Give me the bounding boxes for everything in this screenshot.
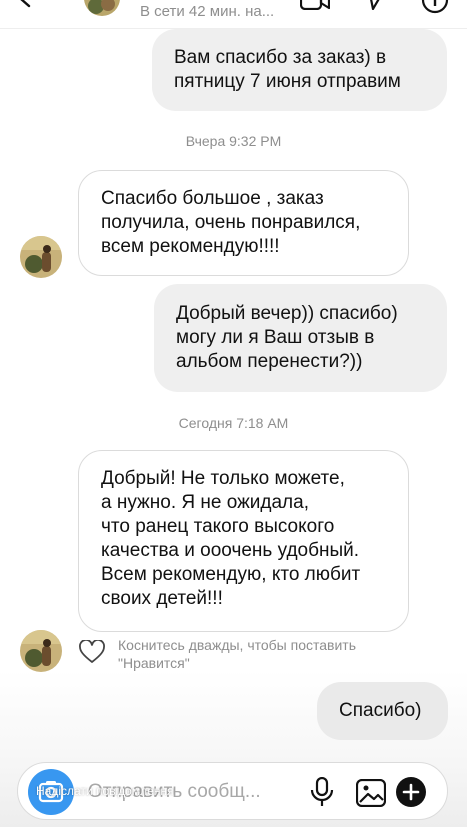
translation-overlay: Надіслати повідомлення (36, 784, 174, 798)
double-tap-hint: Коснитесь дважды, чтобы поставить "Нрави… (118, 637, 357, 671)
chat-header: В сети 42 мин. на... (0, 0, 467, 29)
contact-status: В сети 42 мин. на... (140, 3, 275, 20)
outgoing-message[interactable]: Вам спасибо за заказ) в пятницу 7 июня о… (152, 29, 447, 111)
outgoing-message[interactable]: Добрый вечер)) спасибо) могу ли я Ваш от… (154, 284, 447, 392)
back-icon[interactable] (16, 0, 34, 8)
gallery-icon[interactable] (356, 779, 386, 807)
contact-avatar[interactable] (20, 236, 62, 278)
timestamp: Вчера 9:32 PM (185, 133, 282, 149)
plus-icon (402, 783, 420, 801)
direct-send-icon[interactable] (360, 0, 386, 10)
outgoing-message[interactable]: Спасибо) (317, 682, 448, 740)
contact-avatar[interactable] (20, 630, 62, 672)
heart-icon[interactable] (79, 640, 105, 664)
microphone-icon[interactable] (308, 777, 336, 807)
contact-avatar[interactable] (84, 0, 120, 16)
incoming-message[interactable]: Спасибо большое , заказ получила, очень … (78, 170, 409, 276)
video-camera-icon[interactable] (300, 0, 330, 10)
incoming-message[interactable]: Добрый! Не только можете, а нужно. Я не … (78, 450, 409, 632)
more-button[interactable] (396, 777, 426, 807)
timestamp: Сегодня 7:18 AM (178, 415, 289, 431)
info-icon[interactable] (421, 0, 449, 14)
